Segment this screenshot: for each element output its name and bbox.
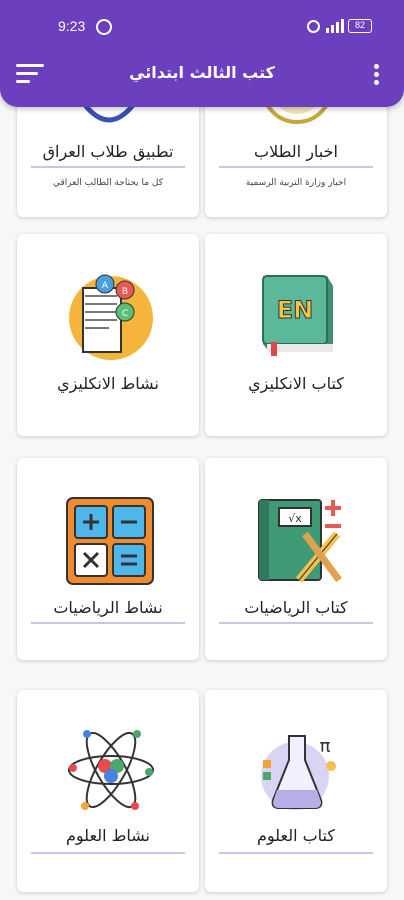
svg-text:B: B [122,287,128,297]
card-label: كتاب الرياضيات [244,598,348,617]
card-divider [31,166,185,168]
battery-icon: 82 [348,19,372,33]
card-english-activity[interactable]: A B C نشاط الانكليزي [17,234,199,436]
svg-text:A: A [102,281,109,291]
card-math-book[interactable]: √x كتاب الرياضيات [205,458,387,660]
en-text: EN [277,296,313,324]
app-bar: 9:23 82 كتب الثالث ابتدائي [0,0,404,107]
card-math-activity[interactable]: نشاط الرياضيات [17,458,199,660]
card-divider [219,622,373,624]
alarm-icon [307,20,320,33]
card-subtitle: اخبار وزارة التربية الرسمية [245,178,347,188]
worksheet-icon: A B C [69,274,153,360]
whatsapp-icon [96,19,112,35]
card-divider [219,852,373,854]
svg-text:C: C [122,309,128,319]
calculator-icon [66,497,154,585]
card-label: كتاب الانكليزي [248,374,344,393]
card-subtitle: كل ما يحتاجة الطالب العراقي [52,178,164,188]
card-english-book[interactable]: EN كتاب الانكليزي [205,234,387,436]
flask-icon: π [261,735,336,810]
card-science-book[interactable]: π كتاب العلوم [205,690,387,892]
atom-icon [68,730,154,810]
card-divider [219,166,373,168]
card-label: كتاب العلوم [257,826,335,845]
card-label: نشاط الانكليزي [57,374,159,393]
card-label: نشاط الرياضيات [53,598,163,617]
english-book-icon: EN [262,275,333,356]
card-divider [31,622,185,624]
card-science-activity[interactable]: نشاط العلوم [17,690,199,892]
card-divider [31,852,185,854]
page-title: كتب الثالث ابتدائي [129,63,275,82]
card-label: تطبيق طلاب العراق [42,142,174,161]
sqrt-text: √x [288,512,302,525]
card-label: نشاط العلوم [66,826,150,845]
pi-text: π [320,736,331,757]
more-options-icon[interactable] [366,62,386,88]
card-label: اخبار الطلاب [254,142,338,161]
status-time: 9:23 [58,18,86,34]
math-book-icon: √x [258,499,342,583]
signal-icon [326,19,344,33]
status-bar: 9:23 82 [0,16,404,40]
